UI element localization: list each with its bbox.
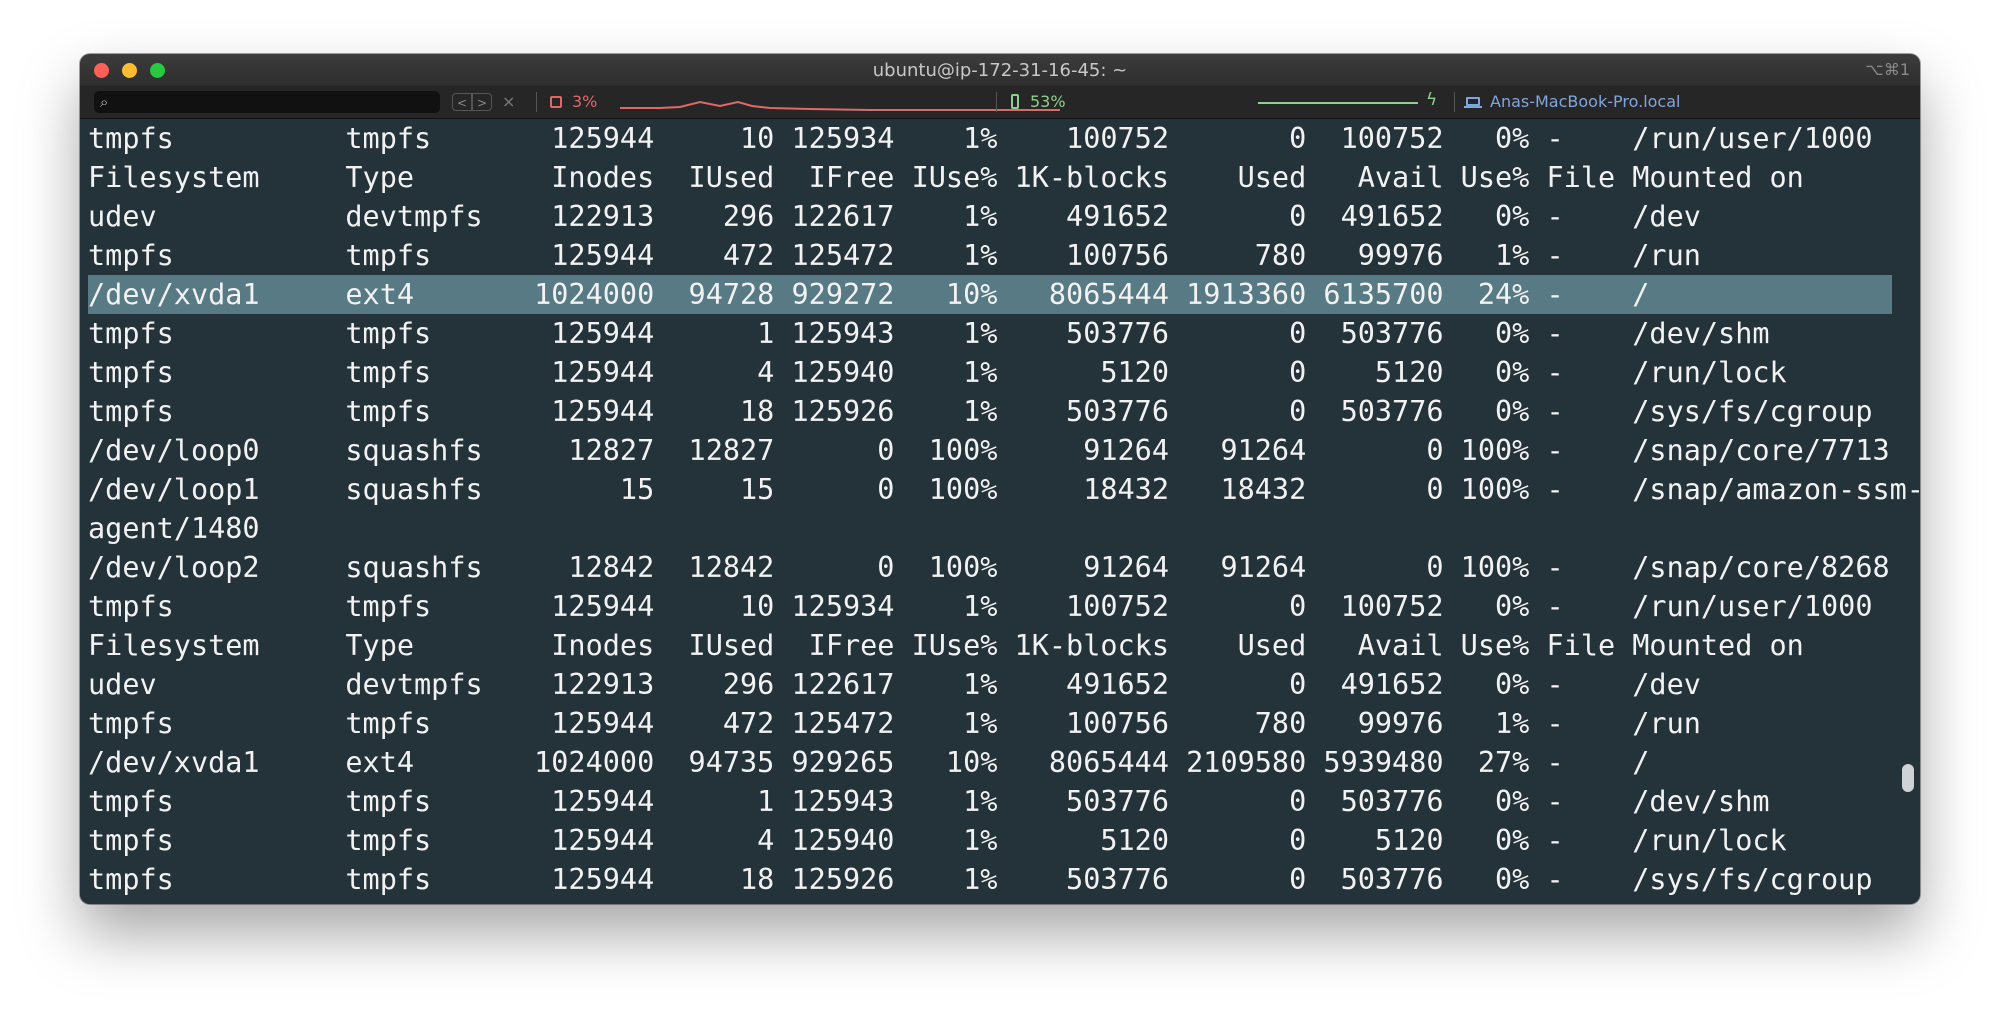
- status-separator: [1454, 92, 1455, 112]
- laptop-icon: [1464, 97, 1482, 108]
- terminal-line: tmpfs tmpfs 125944 472 125472 1% 100756 …: [88, 707, 1701, 740]
- search-icon: ⌕: [100, 93, 109, 111]
- terminal-line: tmpfs tmpfs 125944 1 125943 1% 503776 0 …: [88, 317, 1770, 350]
- terminal-line: udev devtmpfs 122913 296 122617 1% 49165…: [88, 668, 1701, 701]
- terminal-line: tmpfs tmpfs 125944 18 125926 1% 503776 0…: [88, 863, 1873, 896]
- title-bar: ubuntu@ip-172-31-16-45: ~ ⌥⌘1: [80, 54, 1920, 87]
- terminal-output[interactable]: tmpfs tmpfs 125944 10 125934 1% 100752 0…: [80, 119, 1920, 904]
- hostname: Anas-MacBook-Pro.local: [1490, 92, 1681, 111]
- search-input[interactable]: [124, 93, 428, 113]
- cpu-usage: 3%: [572, 92, 598, 111]
- status-bar: ⌕ < > × 3% 53% ϟ Anas-MacBook-Pro.local: [80, 86, 1920, 119]
- window-title: ubuntu@ip-172-31-16-45: ~: [872, 60, 1128, 81]
- terminal-line: tmpfs tmpfs 125944 1 125943 1% 503776 0 …: [88, 785, 1770, 818]
- cpu-graph: [620, 100, 1060, 111]
- search-box[interactable]: ⌕: [94, 91, 440, 113]
- terminal-line: tmpfs tmpfs 125944 4 125940 1% 5120 0 51…: [88, 356, 1787, 389]
- battery-level: 53%: [1030, 92, 1066, 111]
- terminal-line: Filesystem Type Inodes IUsed IFree IUse%…: [88, 629, 1804, 662]
- cpu-icon: [550, 96, 562, 108]
- charging-bolt-icon: ϟ: [1426, 90, 1438, 110]
- terminal-line: udev devtmpfs 122913 296 122617 1% 49165…: [88, 200, 1701, 233]
- battery-icon: [1011, 94, 1019, 109]
- battery-graph: [1258, 102, 1418, 104]
- terminal-line: tmpfs tmpfs 125944 10 125934 1% 100752 0…: [88, 590, 1873, 623]
- terminal-line: tmpfs tmpfs 125944 18 125926 1% 503776 0…: [88, 395, 1873, 428]
- scrollbar-thumb[interactable]: [1902, 764, 1914, 792]
- status-separator: [536, 92, 537, 112]
- terminal-line: tmpfs tmpfs 125944 4 125940 1% 5120 0 51…: [88, 824, 1787, 857]
- terminal-line: /dev/loop2 squashfs 12842 12842 0 100% 9…: [88, 551, 1890, 584]
- terminal-line: Filesystem Type Inodes IUsed IFree IUse%…: [88, 161, 1804, 194]
- search-next-button[interactable]: >: [472, 93, 492, 111]
- terminal-line: /dev/loop0 squashfs 12827 12827 0 100% 9…: [88, 434, 1890, 467]
- terminal-window: ubuntu@ip-172-31-16-45: ~ ⌥⌘1 ⌕ < > × 3%…: [80, 54, 1920, 904]
- terminal-line: tmpfs tmpfs 125944 472 125472 1% 100756 …: [88, 239, 1701, 272]
- terminal-line: agent/1480: [88, 512, 260, 545]
- terminal-line-selected: /dev/xvda1 ext4 1024000 94728 929272 10%…: [88, 275, 1892, 314]
- search-close-button[interactable]: ×: [502, 92, 515, 111]
- terminal-line: /dev/loop1 squashfs 15 15 0 100% 18432 1…: [88, 473, 1920, 506]
- window-shortcut: ⌥⌘1: [1865, 60, 1910, 79]
- status-separator: [996, 92, 997, 112]
- search-previous-button[interactable]: <: [452, 93, 472, 111]
- terminal-line: /dev/xvda1 ext4 1024000 94735 929265 10%…: [88, 746, 1650, 779]
- terminal-line: tmpfs tmpfs 125944 10 125934 1% 100752 0…: [88, 122, 1873, 155]
